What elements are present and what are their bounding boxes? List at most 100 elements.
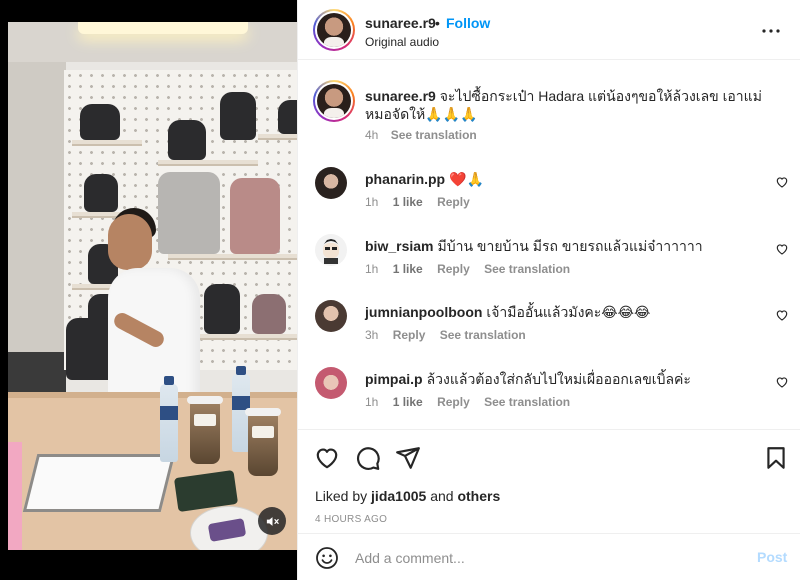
comment-likes[interactable]: 1 like [393, 395, 423, 409]
comment-meta: 1h 1 like Reply See translation [365, 262, 581, 276]
cartoon-avatar-icon [322, 239, 340, 264]
bag [220, 92, 256, 140]
comment-text: phanarin.pp ❤️🙏 [365, 170, 765, 188]
bookmark-icon[interactable] [763, 445, 789, 471]
post-header: sunaree.r9 • Follow Original audio [298, 0, 800, 60]
comment-avatar[interactable] [315, 367, 347, 399]
add-comment-input[interactable] [355, 546, 745, 570]
caption-time[interactable]: 4h [365, 128, 378, 142]
reply-button[interactable]: Reply [437, 395, 470, 409]
comment-time[interactable]: 1h [365, 262, 378, 276]
water-bottle [160, 376, 178, 462]
video-frame [8, 22, 297, 550]
coffee-cup [245, 408, 281, 476]
comment-item: phanarin.pp ❤️🙏 1h 1 like Reply [298, 167, 800, 233]
comment-text: biw_rsiam มีบ้าน ขายบ้าน มีรถ ขายรถแล้วแม… [365, 237, 765, 255]
caption-avatar[interactable] [313, 80, 355, 122]
comment-body: เจ้ามืออั้นแล้วมังคะ😂😂😂 [486, 304, 651, 320]
see-translation-link[interactable]: See translation [484, 262, 570, 276]
comment-like-icon[interactable] [775, 242, 789, 256]
shelf [158, 160, 258, 166]
comment-time[interactable]: 3h [365, 328, 378, 342]
pillar [8, 62, 66, 392]
comment-meta: 3h Reply See translation [365, 328, 537, 342]
caption-text: sunaree.r9 จะไปซื้อกระเป๋า Hadara แต่น้อ… [365, 87, 775, 123]
comment-avatar[interactable] [315, 300, 347, 332]
bag [158, 172, 220, 254]
post-video[interactable] [8, 0, 297, 580]
post-actions: Liked by jida1005 and others 4 HOURS AGO… [298, 429, 800, 580]
liked-by-and: and [430, 488, 454, 504]
bag [204, 284, 240, 334]
bag [80, 104, 120, 140]
author-avatar[interactable] [313, 9, 355, 51]
comment-item: pimpai.p ล้วงแล้วต้องใส่กลับไปใหม่เผื่อออ… [298, 367, 800, 433]
reply-button[interactable]: Reply [393, 328, 426, 342]
comment-bubble-icon[interactable] [355, 445, 381, 471]
see-translation-link[interactable]: See translation [440, 328, 526, 342]
comment-username[interactable]: jumnianpoolboon [365, 304, 482, 320]
caption-username[interactable]: sunaree.r9 [365, 88, 436, 104]
comment-username[interactable]: biw_rsiam [365, 238, 433, 254]
heart-icon[interactable] [314, 445, 340, 471]
reply-button[interactable]: Reply [437, 262, 470, 276]
person-head [108, 214, 152, 270]
comment-time[interactable]: 1h [365, 395, 378, 409]
comment-text: pimpai.p ล้วงแล้วต้องใส่กลับไปใหม่เผื่อออ… [365, 370, 765, 388]
comment-body: มีบ้าน ขายบ้าน มีรถ ขายรถแล้วแม่จ๋าาาาาา [437, 238, 703, 254]
post-timestamp[interactable]: 4 HOURS AGO [315, 514, 387, 525]
more-horizontal-icon [762, 29, 780, 33]
smiley-icon[interactable] [315, 546, 339, 570]
ceiling-light [78, 22, 248, 34]
paper-plane-icon[interactable] [395, 445, 421, 471]
pink-box [8, 442, 22, 550]
comment-like-icon[interactable] [775, 175, 789, 189]
caption-meta: 4h See translation [365, 128, 486, 142]
liked-by-prefix: Liked by [315, 488, 368, 504]
more-options-button[interactable] [756, 22, 786, 40]
shelf [258, 134, 297, 140]
speaker-muted-icon [266, 516, 279, 526]
see-translation-link[interactable]: See translation [391, 128, 477, 142]
coffee-cup [187, 396, 223, 464]
liked-by-user[interactable]: jida1005 [371, 488, 426, 504]
comment-item: jumnianpoolboon เจ้ามืออั้นแล้วมังคะ😂😂😂 3… [298, 300, 800, 366]
left-edge [0, 0, 8, 580]
comment-meta: 1h 1 like Reply See translation [365, 395, 581, 409]
comment-likes[interactable]: 1 like [393, 195, 423, 209]
shelf [198, 334, 297, 340]
bag [168, 120, 206, 160]
bag [230, 178, 280, 254]
bag [278, 100, 297, 134]
comment-avatar[interactable] [315, 167, 347, 199]
counter-slot [22, 454, 176, 512]
add-comment-bar: Post [298, 533, 800, 580]
counter-edge [8, 392, 297, 398]
comment-like-icon[interactable] [775, 308, 789, 322]
audio-label[interactable]: Original audio [365, 35, 439, 49]
post-panel: sunaree.r9 • Follow Original audio sunar… [297, 0, 800, 580]
see-translation-link[interactable]: See translation [484, 395, 570, 409]
author-username[interactable]: sunaree.r9 [365, 15, 436, 31]
comment-time[interactable]: 1h [365, 195, 378, 209]
bag [84, 174, 118, 212]
separator-dot: • [435, 15, 440, 31]
comment-avatar[interactable] [315, 234, 347, 266]
liked-by-others[interactable]: others [457, 488, 500, 504]
comment-text: jumnianpoolboon เจ้ามืออั้นแล้วมังคะ😂😂😂 [365, 303, 765, 321]
comment-username[interactable]: pimpai.p [365, 371, 423, 387]
comment-like-icon[interactable] [775, 375, 789, 389]
shelf [168, 254, 297, 260]
comment-item: biw_rsiam มีบ้าน ขายบ้าน มีรถ ขายรถแล้วแม… [298, 234, 800, 300]
reply-button[interactable]: Reply [437, 195, 470, 209]
comment-body: ล้วงแล้วต้องใส่กลับไปใหม่เผื่อออกเลขเบิ้… [426, 371, 691, 387]
post-comment-button[interactable]: Post [757, 549, 787, 565]
liked-by: Liked by jida1005 and others [315, 488, 500, 504]
comment-body: ❤️🙏 [449, 171, 484, 187]
comment-username[interactable]: phanarin.pp [365, 171, 445, 187]
comment-likes[interactable]: 1 like [393, 262, 423, 276]
mute-button[interactable] [258, 507, 286, 535]
follow-button[interactable]: Follow [446, 15, 490, 31]
shelf [72, 140, 142, 146]
comment-meta: 1h 1 like Reply [365, 195, 481, 209]
